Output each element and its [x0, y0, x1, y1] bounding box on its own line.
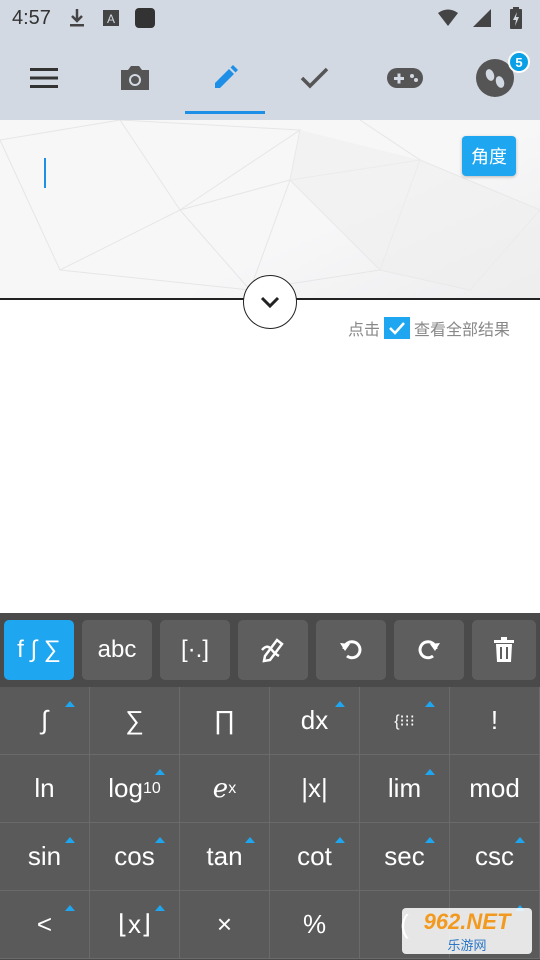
redo-button[interactable] — [394, 620, 464, 680]
tab-matrix[interactable]: [·.] — [160, 620, 230, 680]
key-log-label: log — [108, 773, 143, 803]
undo-icon — [340, 640, 362, 660]
key-cot[interactable]: cot — [270, 823, 360, 891]
signal-icon — [470, 6, 494, 30]
show-all-prefix: 点击 — [347, 322, 380, 339]
key-abs[interactable]: |x| — [270, 755, 360, 823]
text-cursor — [44, 158, 46, 188]
key-csc[interactable]: csc — [450, 823, 540, 891]
show-all-label: 查看全部结果 — [413, 322, 510, 339]
key-floor[interactable]: ⌊x⌋ — [90, 891, 180, 959]
app-square-icon — [133, 6, 157, 30]
main-toolbar: 5 — [0, 36, 540, 120]
gamepad-icon — [387, 68, 423, 88]
key-derivative[interactable]: dx — [270, 687, 360, 755]
wifi-icon — [436, 6, 460, 30]
menu-button[interactable] — [0, 36, 90, 120]
chevron-down-icon — [260, 296, 280, 308]
collapse-button[interactable] — [243, 275, 297, 329]
undo-button[interactable] — [316, 620, 386, 680]
key-product[interactable]: ∏ — [180, 687, 270, 755]
key-times[interactable]: × — [180, 891, 270, 959]
trash-icon — [494, 637, 514, 662]
key-piecewise[interactable]: {⁝⁝⁝ — [360, 687, 450, 755]
key-sum[interactable]: ∑ — [90, 687, 180, 755]
camera-icon — [121, 66, 149, 90]
key-mod[interactable]: mod — [450, 755, 540, 823]
edit-tab[interactable] — [180, 36, 270, 120]
download-icon — [65, 6, 89, 30]
key-log-subscript: 10 — [142, 779, 161, 797]
key-limit[interactable]: lim — [360, 755, 450, 823]
handwriting-pencil-icon — [261, 638, 284, 663]
key-ln[interactable]: ln — [0, 755, 90, 823]
function-keypad: ∫ ∑ ∏ dx {⁝⁝⁝ ! ln log 10 ex |x| lim mod … — [0, 687, 540, 960]
keyboard-tab-bar: f ∫ ∑ abc [·.] — [0, 613, 540, 687]
key-cos[interactable]: cos — [90, 823, 180, 891]
svg-text:A: A — [107, 12, 115, 26]
key-sin[interactable]: sin — [0, 823, 90, 891]
watermark-logo: 962.NET — [423, 908, 511, 934]
handwriting-button[interactable] — [238, 620, 308, 680]
key-tan[interactable]: tan — [180, 823, 270, 891]
key-exp[interactable]: ex — [180, 755, 270, 823]
angle-mode-button[interactable]: 角度 — [462, 136, 516, 176]
key-exp-base: e — [212, 773, 229, 804]
pencil-icon — [215, 65, 238, 88]
key-exp-superscript: x — [228, 779, 237, 797]
footprints-tab[interactable]: 5 — [450, 36, 540, 120]
camera-tab[interactable] — [90, 36, 180, 120]
show-all-results-row: 点击 查看全部结果 — [348, 316, 510, 340]
key-sec[interactable]: sec — [360, 823, 450, 891]
check-tab[interactable] — [270, 36, 360, 120]
watermark-name: 乐游网 — [447, 937, 487, 953]
key-percent[interactable]: % — [270, 891, 360, 959]
site-watermark: 962.NET 乐游网 — [402, 908, 532, 954]
clear-button[interactable] — [472, 620, 536, 680]
font-app-icon: A — [99, 6, 123, 30]
notification-badge: 5 — [508, 51, 530, 73]
key-log10[interactable]: log 10 — [90, 755, 180, 823]
math-input-area[interactable]: 角度 — [0, 120, 540, 300]
checkmark-icon — [300, 67, 329, 89]
key-integral[interactable]: ∫ — [0, 687, 90, 755]
hamburger-icon — [30, 68, 58, 88]
games-tab[interactable] — [360, 36, 450, 120]
tab-functions[interactable]: f ∫ ∑ — [4, 620, 74, 680]
battery-icon — [504, 6, 528, 30]
check-icon — [389, 322, 405, 335]
redo-icon — [418, 640, 440, 660]
tab-letters[interactable]: abc — [82, 620, 152, 680]
status-bar: 4:57 A — [0, 0, 540, 36]
key-factorial[interactable]: ! — [450, 687, 540, 755]
key-less-than[interactable]: < — [0, 891, 90, 959]
status-time: 4:57 — [12, 6, 51, 29]
background-pattern — [0, 120, 540, 300]
show-all-checkbox[interactable] — [383, 317, 410, 339]
